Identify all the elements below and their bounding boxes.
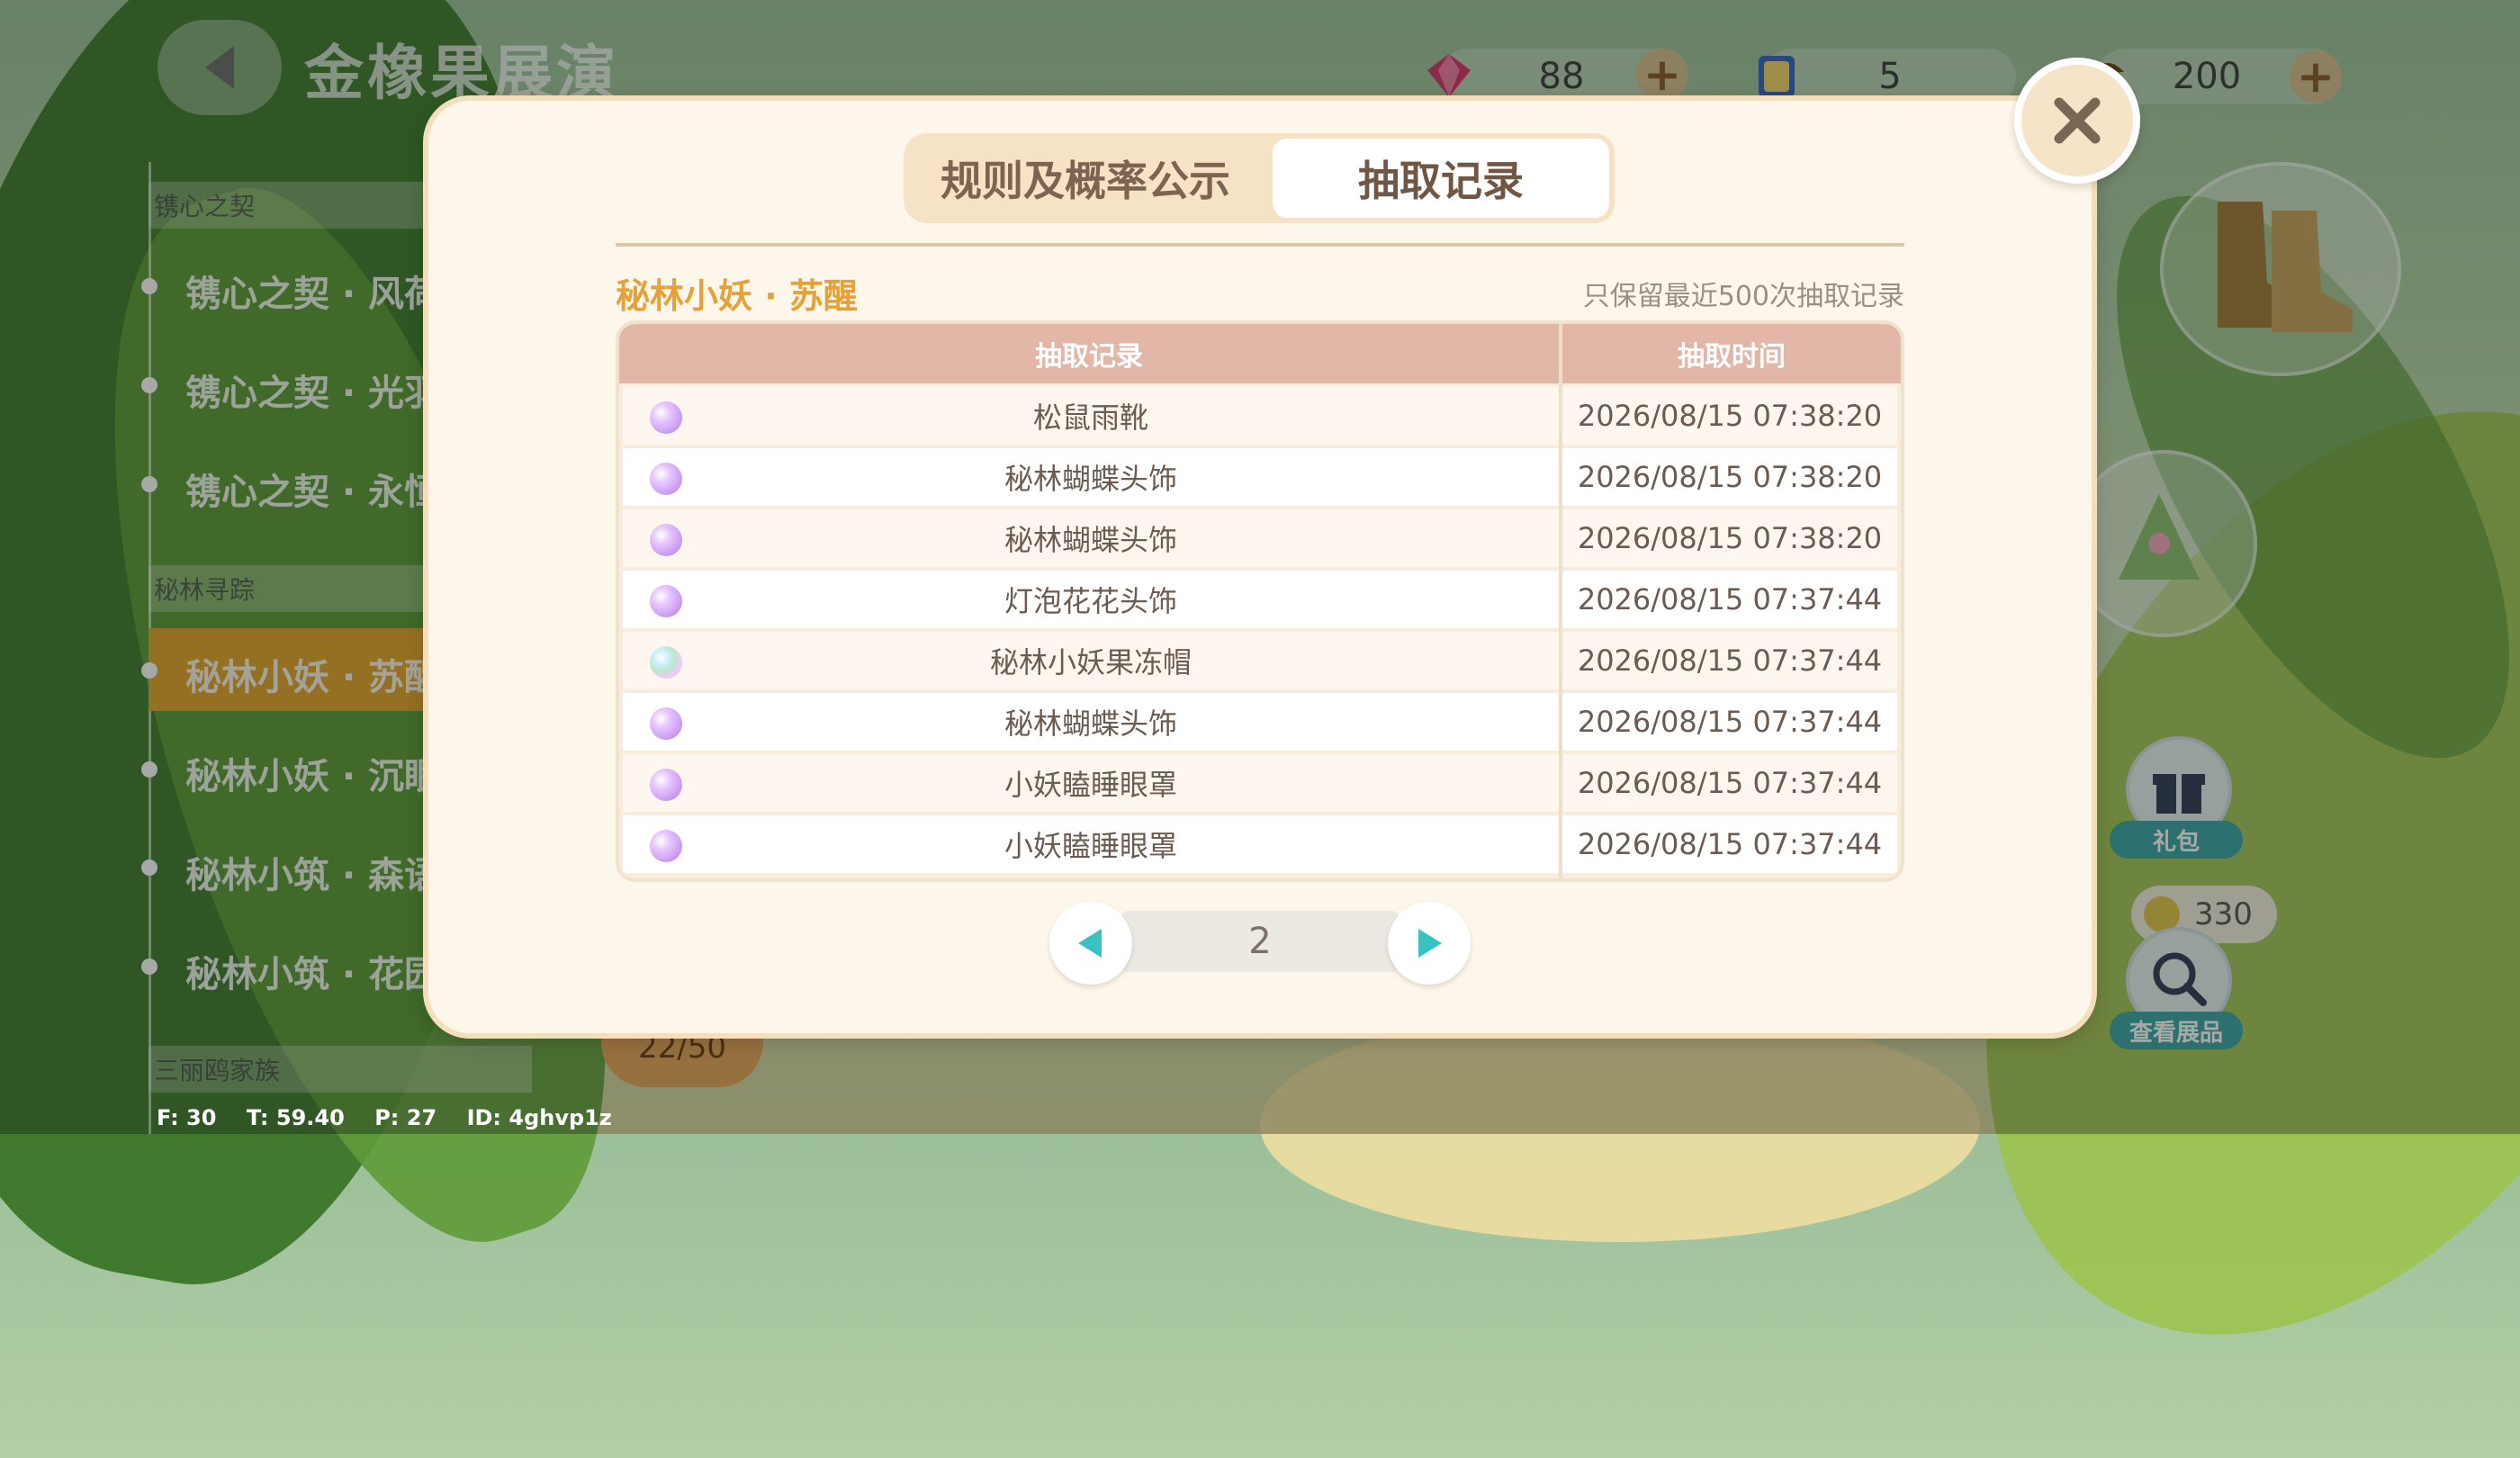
- table-row: 松鼠雨靴 2026/08/15 07:38:20: [623, 387, 1897, 445]
- item-name: 灯泡花花头饰: [1004, 584, 1177, 618]
- chevron-left-icon: [1078, 929, 1102, 958]
- item-name: 秘林小妖果冻帽: [989, 645, 1192, 680]
- close-icon: [2054, 97, 2101, 144]
- column-divider: [1559, 324, 1562, 878]
- page-number: 2: [1248, 921, 1272, 962]
- item-name: 松鼠雨靴: [1032, 400, 1148, 435]
- chevron-right-icon: [1418, 929, 1442, 958]
- table-row: 小妖瞌睡眼罩 2026/08/15 07:37:44: [623, 754, 1897, 812]
- column-header-time: 抽取时间: [1678, 341, 1786, 373]
- draw-time: 2026/08/15 07:37:44: [1577, 582, 1883, 616]
- divider: [616, 243, 1904, 247]
- item-name: 秘林蝴蝶头饰: [1004, 706, 1177, 741]
- prev-page-button[interactable]: [1049, 902, 1132, 985]
- item-name: 小妖瞌睡眼罩: [1004, 829, 1177, 863]
- close-button[interactable]: [2014, 58, 2140, 184]
- next-page-button[interactable]: [1388, 902, 1471, 985]
- keep-note: 只保留最近500次抽取记录: [1582, 281, 1904, 312]
- table-row: 灯泡花花头饰 2026/08/15 07:37:44: [623, 571, 1897, 628]
- record-table: 抽取记录 抽取时间 松鼠雨靴 2026/08/15 07:38:20 秘林蝴蝶头…: [616, 320, 1904, 882]
- table-row: 秘林蝴蝶头饰 2026/08/15 07:37:44: [623, 693, 1897, 751]
- draw-time: 2026/08/15 07:38:20: [1577, 521, 1883, 555]
- debug-info: F: 30 T: 59.40 P: 27 ID: 4ghvp1z: [157, 1105, 612, 1130]
- table-row: 秘林蝴蝶头饰 2026/08/15 07:38:20: [623, 509, 1897, 567]
- draw-time: 2026/08/15 07:38:20: [1577, 460, 1883, 494]
- draw-time: 2026/08/15 07:37:44: [1577, 644, 1883, 678]
- table-header: 抽取记录 抽取时间: [619, 324, 1901, 383]
- draw-time: 2026/08/15 07:37:44: [1577, 705, 1883, 739]
- item-name: 小妖瞌睡眼罩: [1004, 768, 1177, 802]
- tab-rules[interactable]: 规则及概率公示: [904, 133, 1267, 223]
- tab-records[interactable]: 抽取记录: [1267, 133, 1615, 223]
- table-row: 小妖瞌睡眼罩 2026/08/15 07:37:44: [623, 815, 1897, 873]
- table-row: 秘林小妖果冻帽 2026/08/15 07:37:44: [623, 632, 1897, 689]
- item-name: 秘林蝴蝶头饰: [1004, 523, 1177, 557]
- pool-name: 秘林小妖 · 苏醒: [616, 276, 858, 316]
- column-header-item: 抽取记录: [1035, 341, 1143, 373]
- draw-time: 2026/08/15 07:37:44: [1577, 766, 1883, 800]
- table-row: 秘林蝴蝶头饰 2026/08/15 07:38:20: [623, 448, 1897, 506]
- tab-bar: 规则及概率公示 抽取记录: [904, 133, 1615, 223]
- pager: 2: [1049, 902, 1471, 985]
- draw-time: 2026/08/15 07:38:20: [1577, 399, 1883, 433]
- draw-time: 2026/08/15 07:37:44: [1577, 827, 1883, 861]
- item-name: 秘林蝴蝶头饰: [1004, 462, 1177, 496]
